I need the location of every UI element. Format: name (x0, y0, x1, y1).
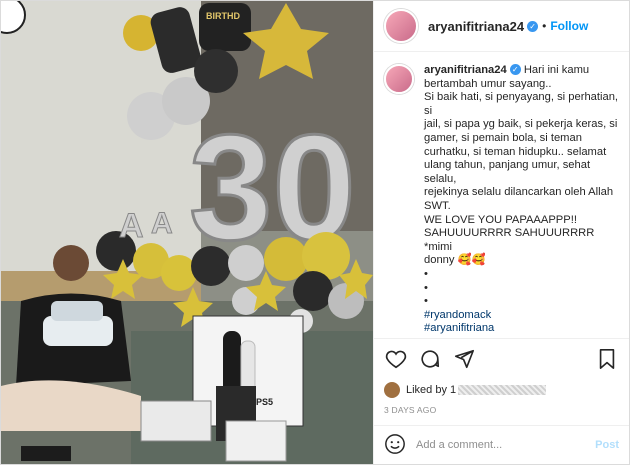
birthday-photo-illustration: BIRTHD 30 A A PS5 (1, 1, 373, 464)
caption-line: jail, si papa yg baik, si pekerja keras,… (424, 118, 618, 131)
hashtag-link[interactable]: #aryanifitriana (424, 322, 619, 336)
caption-area: aryanifitriana24 ✓ Hari ini kamu bertamba… (374, 52, 629, 338)
caption-line: curhatku, si teman hidupku.. selamat (424, 145, 607, 158)
liked-by-label: Liked by (406, 384, 447, 396)
heart-icon[interactable] (384, 347, 408, 371)
share-icon[interactable] (452, 347, 476, 371)
post-header: aryanifitriana24 ✓ • Follow (374, 1, 629, 52)
caption-line: bertambah umur sayang.. (424, 77, 552, 90)
separator-dot: • (542, 19, 547, 33)
post-photo[interactable]: BIRTHD 30 A A PS5 (1, 1, 373, 464)
balloon-birthday-text: BIRTHD (206, 11, 240, 21)
blurred-name (458, 385, 547, 395)
liked-by-name[interactable]: 1 (450, 384, 456, 396)
caption-line: gamer, si pemain bola, si teman (424, 131, 582, 144)
post-comment-button[interactable]: Post (595, 439, 619, 451)
caption-line: SAHUUUURRRR SAHUUURRRR *mimi (424, 227, 595, 253)
emoji-icon[interactable] (384, 433, 406, 458)
caption-username[interactable]: aryanifitriana24 (424, 64, 507, 76)
caption-text: aryanifitriana24 ✓ Hari ini kamu bertamba… (424, 64, 619, 338)
svg-text:A: A (151, 207, 173, 240)
comment-input[interactable]: Add a comment... (416, 439, 595, 451)
username-link[interactable]: aryanifitriana24 (428, 19, 524, 34)
hashtag-link[interactable]: #ryandomack (424, 309, 619, 323)
avatar[interactable] (384, 9, 418, 43)
verified-icon: ✓ (527, 20, 539, 32)
comment-bar: Add a comment... Post (374, 425, 629, 464)
post-date[interactable]: 3 DAYS AGO (374, 401, 629, 425)
caption-verified-icon: ✓ (509, 64, 521, 75)
caption-line: ulang tahun, panjang umur, sehat selalu, (424, 159, 591, 185)
caption-line: donny 🥰🥰 (424, 254, 486, 267)
follow-button[interactable]: Follow (550, 19, 588, 33)
svg-text:A: A (119, 207, 144, 245)
caption-line: Si baik hati, si penyayang, si perhatian… (424, 91, 619, 117)
caption-line: • (424, 267, 428, 280)
caption-line: rejekinya selalu dilancarkan oleh Allah (424, 186, 614, 199)
bookmark-icon[interactable] (595, 347, 619, 371)
post-side-panel: aryanifitriana24 ✓ • Follow aryanifitria… (373, 1, 629, 464)
caption-line: • (424, 295, 428, 308)
caption-line: SWT. (424, 199, 451, 212)
caption-line: WE LOVE YOU PAPAAAPPP!! (424, 213, 577, 226)
liker-avatar[interactable] (384, 382, 400, 398)
likes-row: Liked by 1 (374, 379, 629, 401)
caption-line: Hari ini kamu (523, 64, 590, 76)
instagram-post: BIRTHD 30 A A PS5 aryanifitriana24 ✓ • F… (0, 0, 630, 465)
comment-icon[interactable] (418, 347, 442, 371)
ps5-box-label: PS5 (256, 397, 273, 407)
action-bar (374, 338, 629, 379)
caption-line: • (424, 281, 428, 294)
caption-avatar[interactable] (384, 64, 414, 94)
